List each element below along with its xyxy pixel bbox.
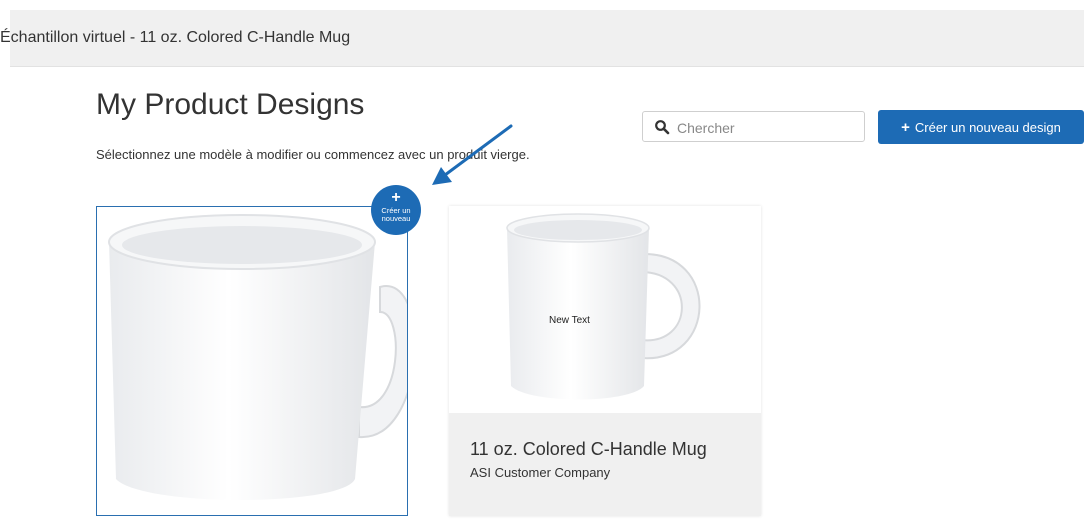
create-new-badge[interactable]: + Créer un nouveau: [371, 185, 421, 235]
product-design-card[interactable]: New Text 11 oz. Colored C-Handle Mug ASI…: [449, 206, 761, 516]
blank-mug-image: [108, 214, 417, 500]
product-name: 11 oz. Colored C-Handle Mug: [470, 439, 707, 459]
page-header: Échantillon virtuel - 11 oz. Colored C-H…: [0, 10, 1084, 67]
page-title: My Product Designs: [96, 88, 365, 121]
search-icon: [655, 120, 670, 135]
plus-icon: +: [901, 118, 910, 136]
search-box[interactable]: [642, 111, 865, 142]
mug-design-text: New Text: [549, 315, 590, 326]
create-new-design-label: Créer un nouveau design: [914, 119, 1061, 135]
badge-label-line2: nouveau: [381, 214, 411, 223]
design-mug-image: [449, 206, 761, 413]
company-name: ASI Customer Company: [470, 465, 611, 480]
blank-product-card[interactable]: [96, 206, 417, 516]
search-input[interactable]: [675, 116, 859, 140]
header-title: Échantillon virtuel - 11 oz. Colored C-H…: [0, 29, 351, 46]
page-subtitle: Sélectionnez une modèle à modifier ou co…: [96, 147, 530, 162]
plus-icon: +: [391, 189, 401, 206]
create-new-design-button[interactable]: + Créer un nouveau design: [878, 110, 1084, 144]
